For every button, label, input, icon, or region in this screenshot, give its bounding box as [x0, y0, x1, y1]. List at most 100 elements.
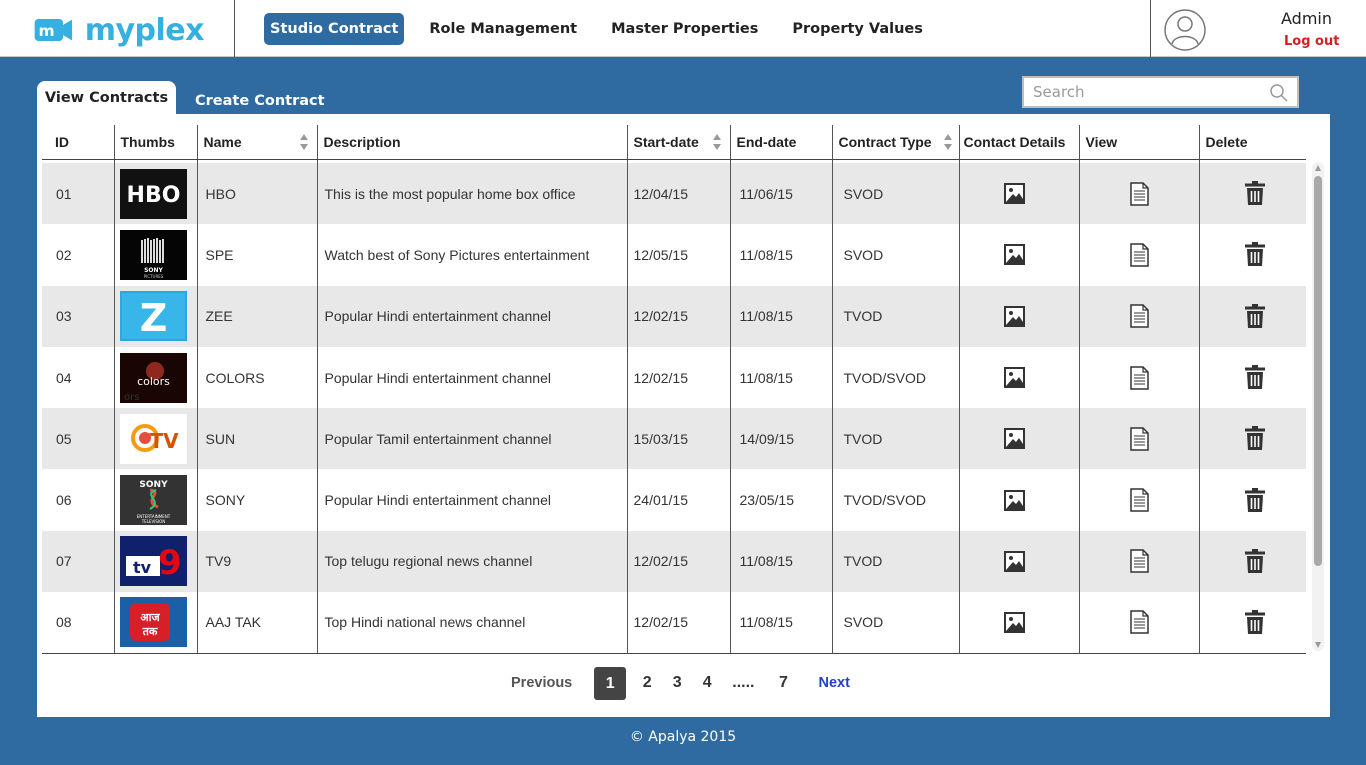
myplex-logo[interactable]: m myplex: [34, 12, 205, 48]
cell-end-date: 11/08/15: [729, 285, 832, 347]
page-4[interactable]: 4: [692, 674, 722, 692]
contact-details-icon[interactable]: [1003, 367, 1026, 389]
table-row[interactable]: 08 आज तक AAJ TAK Top Hindi national news cha…: [42, 592, 1306, 654]
user-avatar-icon[interactable]: [1163, 8, 1207, 52]
cell-description: This is the most popular home box office: [316, 163, 627, 225]
view-document-icon[interactable]: [1129, 181, 1149, 206]
cell-delete: [1198, 285, 1306, 347]
table-row[interactable]: 01 HBO HBO This is the most popular home bo…: [42, 163, 1306, 225]
search-icon[interactable]: [1269, 83, 1289, 103]
view-document-icon[interactable]: [1129, 549, 1149, 574]
scrollbar-thumb[interactable]: [1314, 176, 1322, 566]
table-row[interactable]: 02 SONY PICTURES SPE Watch best of Sony Pict…: [42, 224, 1306, 286]
cell-contact-details: [958, 408, 1079, 470]
contact-details-icon[interactable]: [1003, 183, 1026, 205]
cell-contact-details: [958, 163, 1079, 225]
col-header-contract-type[interactable]: Contract Type: [831, 125, 959, 160]
table-row[interactable]: 04 colors ors COLORS Popular Hindi entertain…: [42, 346, 1306, 409]
cell-contact-details: [958, 224, 1079, 286]
search-input[interactable]: [1024, 78, 1264, 106]
table-row[interactable]: 05 TV SUN Popular Tamil entertainment chann…: [42, 408, 1306, 470]
nav-role-management[interactable]: Role Management: [412, 13, 594, 45]
page-3[interactable]: 3: [662, 674, 692, 692]
delete-icon[interactable]: [1244, 181, 1266, 206]
contact-details-icon[interactable]: [1003, 489, 1026, 511]
pagination-previous[interactable]: Previous: [511, 675, 572, 691]
cell-contact-details: [958, 285, 1079, 347]
user-name: Admin: [1281, 9, 1332, 28]
delete-icon[interactable]: [1244, 609, 1266, 634]
delete-icon[interactable]: [1244, 365, 1266, 390]
delete-icon[interactable]: [1244, 242, 1266, 267]
table-row[interactable]: 07 tv 9 TV9 Top telugu regional news channel…: [42, 530, 1306, 593]
channel-thumbnail[interactable]: Z: [119, 291, 197, 342]
cell-thumb: HBO: [113, 163, 197, 225]
col-header-start-date[interactable]: Start-date: [626, 125, 730, 160]
nav-studio-contract[interactable]: Studio Contract: [264, 13, 405, 45]
col-header-name[interactable]: Name: [196, 125, 317, 160]
contact-details-icon[interactable]: [1003, 428, 1026, 450]
view-document-icon[interactable]: [1129, 427, 1149, 451]
tab-view-contracts[interactable]: View Contracts: [37, 81, 176, 115]
page-1[interactable]: 1: [594, 666, 627, 700]
contact-details-icon[interactable]: [1003, 611, 1026, 633]
table-row[interactable]: 06 SONY ENTERTAINMENT TELEVISION SONY Popular…: [42, 469, 1306, 531]
cell-end-date: 11/08/15: [729, 592, 832, 654]
sort-icon[interactable]: [943, 133, 953, 151]
svg-text:TELEVISION: TELEVISION: [140, 519, 165, 524]
channel-thumbnail[interactable]: colors ors: [119, 352, 197, 403]
nav-property-values[interactable]: Property Values: [775, 13, 940, 45]
cell-delete: [1198, 163, 1306, 225]
contact-details-icon[interactable]: [1003, 244, 1026, 266]
channel-thumbnail[interactable]: HBO: [119, 168, 197, 219]
cell-view: [1078, 346, 1199, 409]
scroll-up-icon[interactable]: [1314, 164, 1322, 172]
view-document-icon[interactable]: [1129, 488, 1149, 512]
delete-icon[interactable]: [1244, 548, 1266, 573]
table-row[interactable]: 03 Z ZEE Popular Hindi entertainment channe…: [42, 285, 1306, 347]
channel-thumbnail[interactable]: tv 9: [119, 536, 197, 587]
delete-icon[interactable]: [1244, 487, 1266, 512]
cell-id: 03: [42, 285, 114, 347]
view-document-icon[interactable]: [1129, 365, 1149, 390]
view-document-icon[interactable]: [1129, 243, 1149, 267]
svg-text:SONY: SONY: [144, 267, 163, 274]
col-header-view: View: [1078, 125, 1199, 160]
svg-text:9: 9: [158, 543, 182, 583]
contracts-panel: ID Thumbs Name Description Start-date En…: [37, 114, 1330, 717]
nav-master-properties[interactable]: Master Properties: [594, 13, 775, 45]
cell-id: 04: [56, 369, 72, 386]
cell-start-date: 12/02/15: [626, 346, 730, 409]
pagination-next[interactable]: Next: [818, 675, 849, 691]
cell-delete: [1198, 408, 1306, 470]
sort-icon[interactable]: [299, 133, 309, 151]
tab-create-contract[interactable]: Create Contract: [195, 84, 325, 118]
cell-contract-type: TVOD: [831, 285, 959, 347]
cell-end-date: 11/08/15: [729, 346, 832, 409]
cell-description: Popular Tamil entertainment channel: [316, 408, 627, 470]
top-header: m myplex Studio Contract Role Management…: [0, 0, 1366, 57]
page-2[interactable]: 2: [632, 674, 662, 692]
delete-icon[interactable]: [1244, 426, 1266, 451]
page-7[interactable]: 7: [768, 674, 798, 692]
cell-id: 01: [42, 163, 114, 225]
view-document-icon[interactable]: [1129, 610, 1149, 635]
pagination: Previous 1 2 3 4 ..... 7 Next: [511, 666, 850, 700]
view-document-icon[interactable]: [1129, 304, 1149, 328]
channel-thumbnail[interactable]: आज तक: [119, 597, 197, 648]
scroll-down-icon[interactable]: [1314, 641, 1322, 649]
contact-details-icon[interactable]: [1003, 550, 1026, 572]
cell-id: 06: [56, 492, 72, 509]
table-scrollbar[interactable]: [1312, 162, 1324, 651]
channel-thumbnail[interactable]: SONY ENTERTAINMENT TELEVISION: [119, 475, 197, 526]
logo-text: myplex: [84, 12, 205, 48]
delete-icon[interactable]: [1244, 303, 1266, 328]
sort-icon[interactable]: [712, 133, 722, 151]
logout-link[interactable]: Log out: [1284, 34, 1339, 49]
cell-description: Top Hindi national news channel: [316, 592, 627, 654]
cell-delete: [1198, 224, 1306, 286]
channel-thumbnail[interactable]: TV: [119, 413, 197, 464]
channel-thumbnail[interactable]: SONY PICTURES: [119, 229, 197, 280]
cell-thumb: tv 9: [113, 530, 197, 593]
contact-details-icon[interactable]: [1003, 305, 1026, 327]
